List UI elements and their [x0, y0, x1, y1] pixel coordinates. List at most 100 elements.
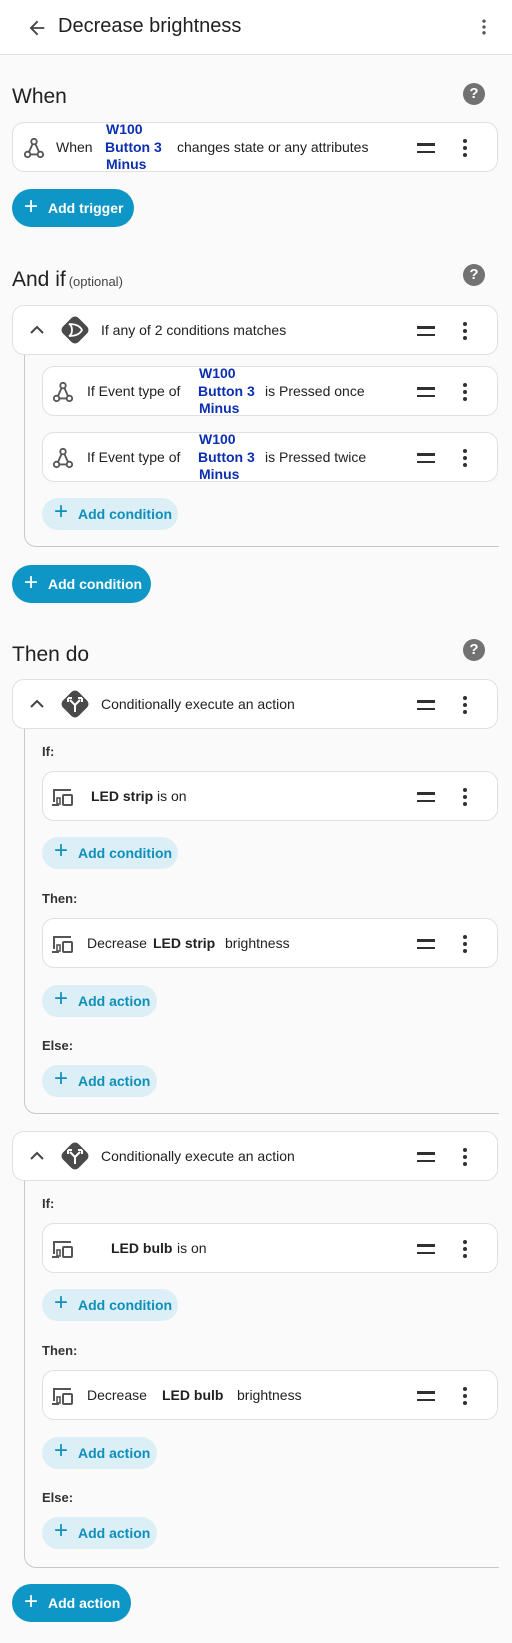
dots-vertical-icon[interactable]	[462, 382, 468, 402]
if-state: is on	[177, 1240, 207, 1256]
condition-entity-line3: Minus	[199, 466, 240, 482]
trigger-prefix: When	[56, 139, 93, 155]
chevron-up-icon[interactable]	[30, 325, 44, 335]
help-circle-icon[interactable]: ?	[463, 264, 485, 286]
then-label: Then:	[42, 1343, 78, 1358]
then-entity: LED strip	[153, 935, 216, 951]
choose-block-card[interactable]: Conditionally execute an action	[12, 679, 498, 729]
optional-label: (optional)	[68, 274, 123, 289]
choose-block-card[interactable]: Conditionally execute an action	[12, 1131, 498, 1181]
drag-handle-icon[interactable]	[417, 792, 435, 802]
drag-handle-icon[interactable]	[417, 1152, 435, 1162]
condition-prefix: If Event type of	[87, 383, 181, 399]
then-action-card[interactable]: Decrease LED strip brightness	[42, 918, 498, 968]
dots-vertical-icon[interactable]	[462, 1386, 468, 1406]
add-condition-label: Add condition	[48, 576, 143, 592]
then-action-card[interactable]: Decrease LED bulb brightness	[42, 1370, 498, 1420]
then-do-heading: Then do	[12, 643, 90, 666]
chevron-up-icon[interactable]	[30, 1151, 44, 1161]
add-trigger-label: Add trigger	[48, 200, 124, 216]
add-action-button[interactable]: Add action	[42, 1515, 157, 1549]
arrow-left-icon[interactable]	[26, 17, 48, 39]
dots-vertical-icon[interactable]	[462, 787, 468, 807]
help-circle-icon[interactable]: ?	[463, 639, 485, 661]
graph-nodes-icon	[52, 381, 74, 403]
if-entity: LED strip	[91, 788, 154, 804]
drag-handle-icon[interactable]	[417, 143, 435, 153]
dots-vertical-icon[interactable]	[462, 695, 468, 715]
or-gate-icon	[61, 316, 89, 344]
condition-suffix: is Pressed once	[265, 383, 365, 399]
devices-icon	[52, 789, 73, 806]
page-title: Decrease brightness	[58, 15, 242, 37]
condition-entity-line2: Button 3	[198, 449, 255, 465]
condition-group-label: If any of 2 conditions matches	[101, 322, 287, 338]
drag-handle-icon[interactable]	[417, 453, 435, 463]
drag-handle-icon[interactable]	[417, 1391, 435, 1401]
devices-icon	[52, 1388, 73, 1405]
then-prefix: Decrease	[87, 1387, 147, 1403]
dots-vertical-icon[interactable]	[462, 1239, 468, 1259]
add-condition-button[interactable]: Add condition	[42, 835, 178, 869]
add-action-label: Add action	[78, 993, 151, 1009]
add-action-main-label: Add action	[48, 1595, 121, 1611]
condition-entity-line3: Minus	[199, 400, 240, 416]
add-condition-label: Add condition	[78, 845, 173, 861]
add-condition-button[interactable]: Add condition	[42, 1287, 178, 1321]
choose-block-label: Conditionally execute an action	[101, 1148, 295, 1164]
and-if-title: And if	[12, 268, 66, 291]
if-condition-card[interactable]: LED bulb is on	[42, 1223, 498, 1273]
if-label: If:	[42, 744, 55, 759]
drag-handle-icon[interactable]	[417, 700, 435, 710]
inner-add-condition-button[interactable]: Add condition	[42, 496, 178, 530]
dots-vertical-icon[interactable]	[462, 448, 468, 468]
add-trigger-button[interactable]: Add trigger	[12, 188, 134, 227]
inner-add-condition-label: Add condition	[78, 506, 173, 522]
condition-card[interactable]: If Event type of W100 Button 3 Minus is …	[42, 365, 498, 416]
drag-handle-icon[interactable]	[417, 326, 435, 336]
devices-icon	[52, 1241, 73, 1258]
help-circle-icon[interactable]: ?	[463, 83, 485, 105]
condition-suffix: is Pressed twice	[265, 449, 367, 465]
else-label: Else:	[42, 1490, 74, 1505]
add-action-button[interactable]: Add action	[42, 1063, 157, 1097]
else-label: Else:	[42, 1038, 74, 1053]
graph-nodes-icon	[23, 137, 45, 159]
trigger-suffix: changes state or any attributes	[177, 139, 369, 155]
add-action-button-main[interactable]: Add action	[12, 1583, 131, 1622]
dots-vertical-icon[interactable]	[462, 321, 468, 341]
condition-entity-line1: W100	[199, 431, 236, 447]
add-action-button[interactable]: Add action	[42, 1435, 157, 1469]
drag-handle-icon[interactable]	[417, 387, 435, 397]
if-label: If:	[42, 1196, 55, 1211]
then-entity: LED bulb	[162, 1387, 224, 1403]
devices-icon	[52, 936, 73, 953]
trigger-card[interactable]: When W100 Button 3 Minus changes state o…	[12, 121, 498, 172]
if-entity: LED bulb	[111, 1240, 173, 1256]
condition-card[interactable]: If Event type of W100 Button 3 Minus is …	[42, 431, 498, 482]
trigger-entity-line1: W100	[106, 121, 143, 137]
if-condition-card[interactable]: LED strip is on	[42, 771, 498, 821]
dots-vertical-icon[interactable]	[474, 16, 494, 38]
chevron-up-icon[interactable]	[30, 699, 44, 709]
add-action-label: Add action	[78, 1073, 151, 1089]
add-action-label: Add action	[78, 1445, 151, 1461]
then-prefix: Decrease	[87, 935, 147, 951]
call-split-icon	[61, 1142, 89, 1170]
condition-entity-line2: Button 3	[198, 383, 255, 399]
dots-vertical-icon[interactable]	[462, 138, 468, 158]
condition-group-card[interactable]: If any of 2 conditions matches	[12, 305, 498, 355]
add-condition-button[interactable]: Add condition	[12, 564, 151, 603]
dots-vertical-icon[interactable]	[462, 934, 468, 954]
then-suffix: brightness	[237, 1387, 302, 1403]
add-action-label: Add action	[78, 1525, 151, 1541]
if-state: is on	[157, 788, 187, 804]
top-app-bar: Decrease brightness	[0, 0, 512, 55]
and-if-heading: And if (optional)	[12, 268, 123, 292]
choose-block-label: Conditionally execute an action	[101, 696, 295, 712]
drag-handle-icon[interactable]	[417, 1244, 435, 1254]
graph-nodes-icon	[52, 447, 74, 469]
add-action-button[interactable]: Add action	[42, 983, 157, 1017]
dots-vertical-icon[interactable]	[462, 1147, 468, 1167]
drag-handle-icon[interactable]	[417, 939, 435, 949]
